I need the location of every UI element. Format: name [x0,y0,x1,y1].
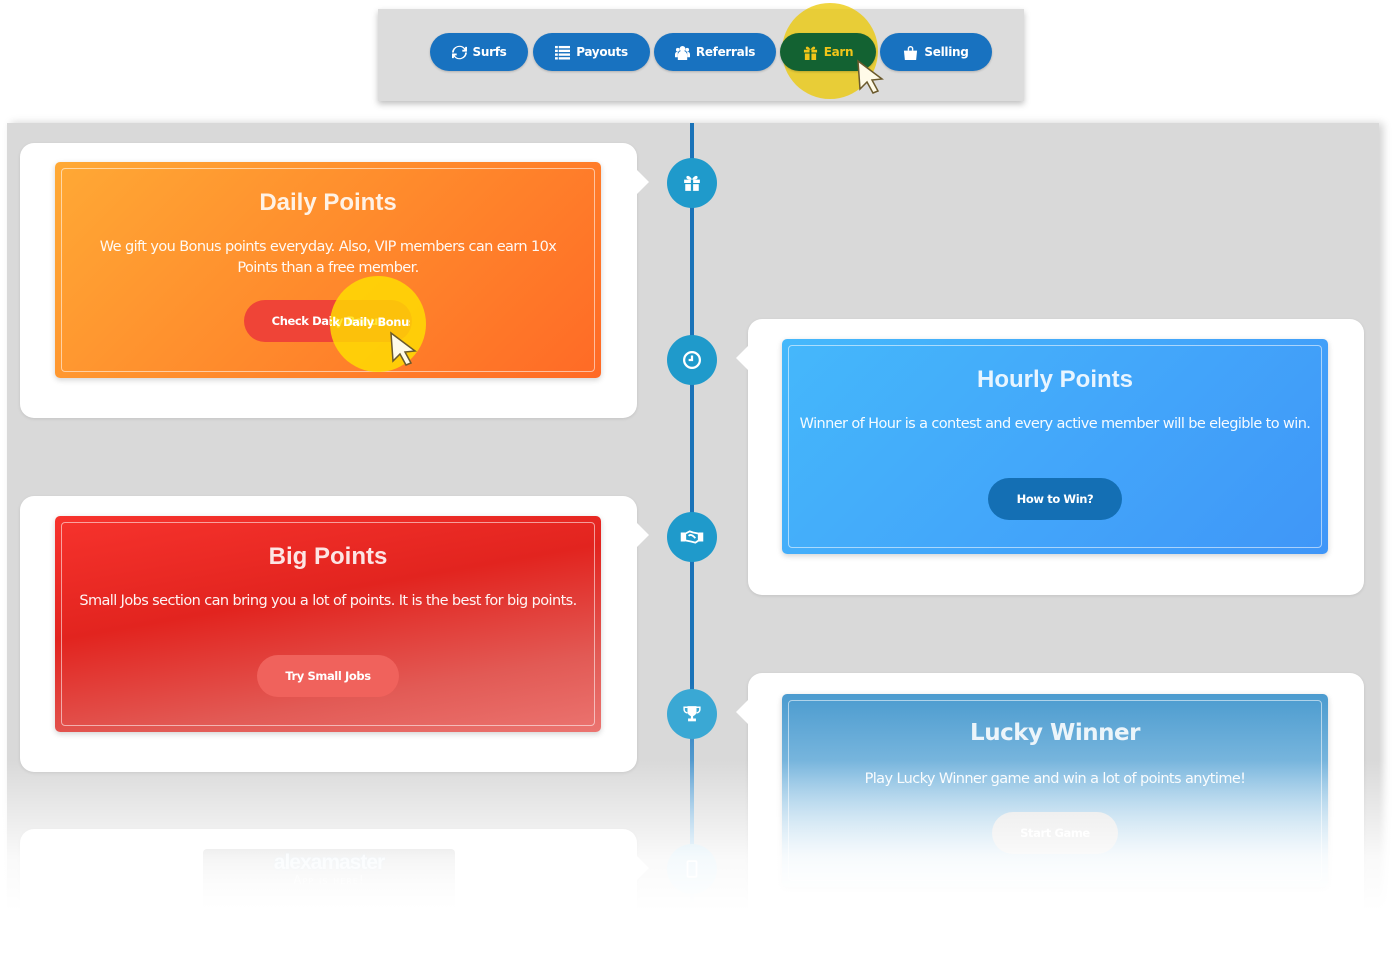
nav-label: Earn [823,45,854,59]
brand-logo: alexamaster [273,851,385,874]
nav-label: Selling [924,45,969,59]
nav-label: Referrals [695,45,756,59]
big-points-box: Big Points Small Jobs section can bring … [55,516,601,732]
list-icon [555,45,571,60]
refresh-icon [451,45,467,59]
nav-surfs-button[interactable]: Surfs [430,33,528,71]
card-description: Play Lucky Winner game and win a lot of … [864,771,1246,787]
card-title: Lucky Winner [970,720,1140,746]
daily-points-box: Daily Points We gift you Bonus points ev… [55,162,601,378]
top-navigation: Surfs Payouts Referrals Earn Selling [378,3,1024,101]
gift-icon [803,46,817,60]
trophy-icon [683,706,701,722]
how-to-win-button[interactable]: How to Win? [988,478,1122,520]
timeline-card-daily-points: Daily Points We gift you Bonus points ev… [20,143,649,418]
mobile-icon [686,860,698,878]
users-icon [674,45,690,60]
hourly-points-box: Hourly Points Winner of Hour is a contes… [782,339,1328,554]
timeline-node [667,335,717,385]
button-label-overlay: Check Daily Bonus [330,315,410,329]
mouse-cursor-icon [857,59,884,94]
nav-selling-button[interactable]: Selling [880,33,992,71]
card-description: Small Jobs section can bring you a lot o… [79,593,577,609]
timeline-node [667,512,717,562]
card-title: Hourly Points [976,366,1133,393]
nav-label: Payouts [576,45,628,59]
card-description: We gift you Bonus points everyday. Also,… [99,239,557,276]
timeline-card-big-points: Big Points Small Jobs section can bring … [20,496,649,772]
mouse-cursor-icon [390,331,417,366]
app-promo-banner[interactable]: alexamaster App is here! [203,849,455,929]
handshake-icon [680,530,704,544]
clock-icon [683,351,701,369]
timeline-card-hourly-points: Hourly Points Winner of Hour is a contes… [736,319,1364,595]
nav-referrals-button[interactable]: Referrals [654,33,776,71]
timeline-node [667,158,717,208]
nav-payouts-button[interactable]: Payouts [533,33,650,71]
card-title: Daily Points [259,189,397,216]
start-game-button[interactable]: Start Game [992,812,1118,854]
shopping-bag-icon [904,45,918,60]
timeline-node [667,844,717,894]
nav-label: Surfs [472,45,507,59]
gift-icon [684,175,700,191]
try-small-jobs-button[interactable]: Try Small Jobs [257,655,399,697]
timeline-card-lucky-winner: Lucky Winner Play Lucky Winner game and … [736,673,1364,933]
card-title: Big Points [268,543,388,570]
lucky-winner-box: Lucky Winner Play Lucky Winner game and … [782,694,1328,887]
card-description: Winner of Hour is a contest and every ac… [799,416,1311,432]
timeline-node [667,689,717,739]
app-tagline: App is here! [293,873,365,887]
